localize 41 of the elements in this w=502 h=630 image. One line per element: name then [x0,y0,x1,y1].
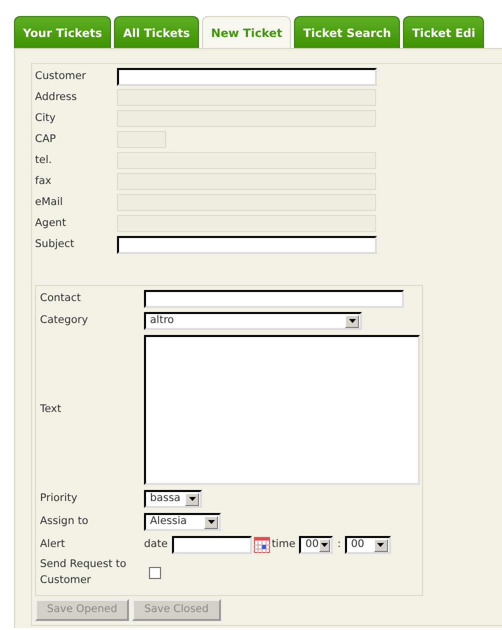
tab[interactable]: Ticket Edi [403,16,484,48]
caret-icon [348,319,356,323]
field-label: Assign to [40,514,90,530]
field-label: CAP [34,132,57,147]
caret-icon [377,543,384,547]
dropdown[interactable]: altro [144,312,362,330]
field-label: Customer [34,68,88,84]
field-label: date [144,537,168,552]
field-label: time [272,537,296,552]
date-field[interactable] [172,536,252,554]
field-label: Alert [40,537,66,552]
field-label: fax [34,174,52,189]
dropdown[interactable]: Alessia [144,513,221,531]
caret-icon [321,543,328,547]
checkbox[interactable] [149,567,161,579]
tab[interactable]: New Ticket [202,16,292,48]
field-label: tel. [34,152,53,168]
field-label: Address [34,90,78,105]
field-label: Category [40,313,89,328]
field-label: Agent [34,216,68,231]
dropdown[interactable]: bassa [144,490,202,508]
caret-icon [208,520,214,524]
input-field[interactable] [144,290,404,308]
input-field[interactable] [117,68,377,86]
tab[interactable]: All Tickets [114,16,199,48]
calendar-icon[interactable] [254,537,270,553]
field-label: eMail [34,194,64,210]
field-label: Priority [40,491,78,506]
field-label: Subject [34,236,76,252]
dropdown[interactable]: 00 [344,536,391,554]
text-area[interactable] [144,335,420,485]
tab[interactable]: Ticket Search [294,16,400,48]
input-field[interactable] [117,236,377,254]
field-label: Send Request to Customer [40,557,128,588]
caret-icon [188,497,196,501]
tab[interactable]: Your Tickets [14,16,112,48]
separator-label: : [337,537,341,552]
field-label: Contact [40,290,82,306]
field-label: Text [40,402,62,418]
dropdown[interactable]: 00 [299,536,334,554]
field-label: City [34,110,57,126]
